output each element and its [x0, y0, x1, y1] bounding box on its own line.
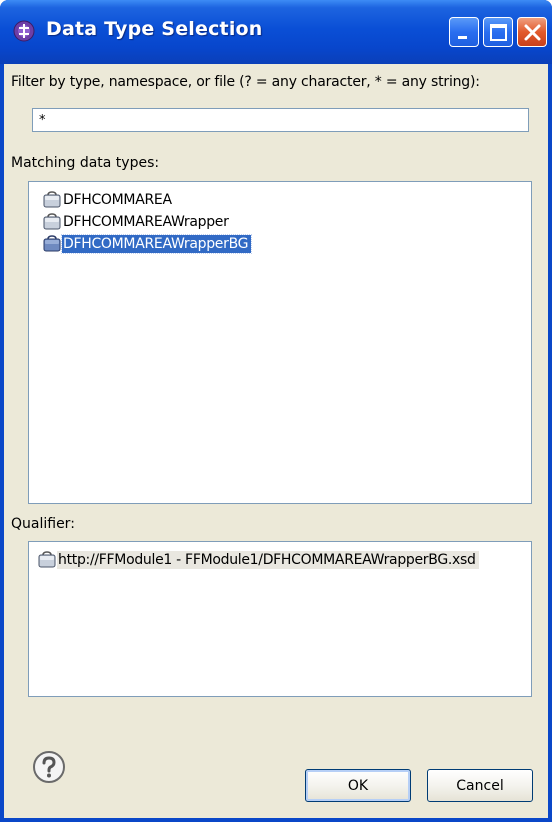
title-bar[interactable]: Data Type Selection: [0, 0, 552, 64]
help-icon[interactable]: [32, 750, 66, 784]
filter-input[interactable]: [32, 108, 529, 132]
qualifier-list[interactable]: http://FFModule1 - FFModule1/DFHCOMMAREA…: [28, 541, 532, 697]
list-item-label: DFHCOMMAREAWrapperBG: [60, 234, 253, 254]
qualifier-label: Qualifier:: [11, 516, 75, 532]
list-item-label: DFHCOMMAREA: [63, 192, 172, 208]
business-object-icon: [38, 551, 56, 568]
minimize-button[interactable]: [449, 17, 479, 47]
dialog-window: Data Type Selection Filter by type, name…: [0, 0, 552, 822]
maximize-icon: [490, 24, 507, 41]
business-object-icon: [43, 191, 61, 208]
list-item-label: DFHCOMMAREAWrapper: [63, 214, 229, 230]
list-item-selected[interactable]: DFHCOMMAREAWrapperBG: [42, 233, 253, 255]
window-frame-bottom: [0, 818, 552, 822]
close-button[interactable]: [517, 17, 547, 47]
ok-button[interactable]: OK: [305, 769, 411, 802]
window-title: Data Type Selection: [46, 18, 263, 40]
business-object-icon: [43, 235, 61, 252]
list-item[interactable]: DFHCOMMAREAWrapper: [42, 211, 232, 233]
list-item[interactable]: http://FFModule1 - FFModule1/DFHCOMMAREA…: [37, 549, 479, 571]
minimize-icon: [458, 36, 467, 39]
filter-label: Filter by type, namespace, or file (? = …: [11, 74, 480, 90]
business-object-icon: [43, 213, 61, 230]
app-icon: [13, 20, 35, 42]
matching-types-list[interactable]: DFHCOMMAREA DFHCOMMAREAWrapper DFHCOMMAR…: [28, 181, 532, 504]
list-item-label: http://FFModule1 - FFModule1/DFHCOMMAREA…: [57, 551, 479, 569]
cancel-button[interactable]: Cancel: [427, 769, 533, 802]
close-icon: [524, 24, 541, 41]
matching-types-label: Matching data types:: [11, 155, 160, 171]
maximize-button[interactable]: [483, 17, 513, 47]
dialog-body: Filter by type, namespace, or file (? = …: [4, 64, 548, 818]
list-item[interactable]: DFHCOMMAREA: [42, 189, 175, 211]
